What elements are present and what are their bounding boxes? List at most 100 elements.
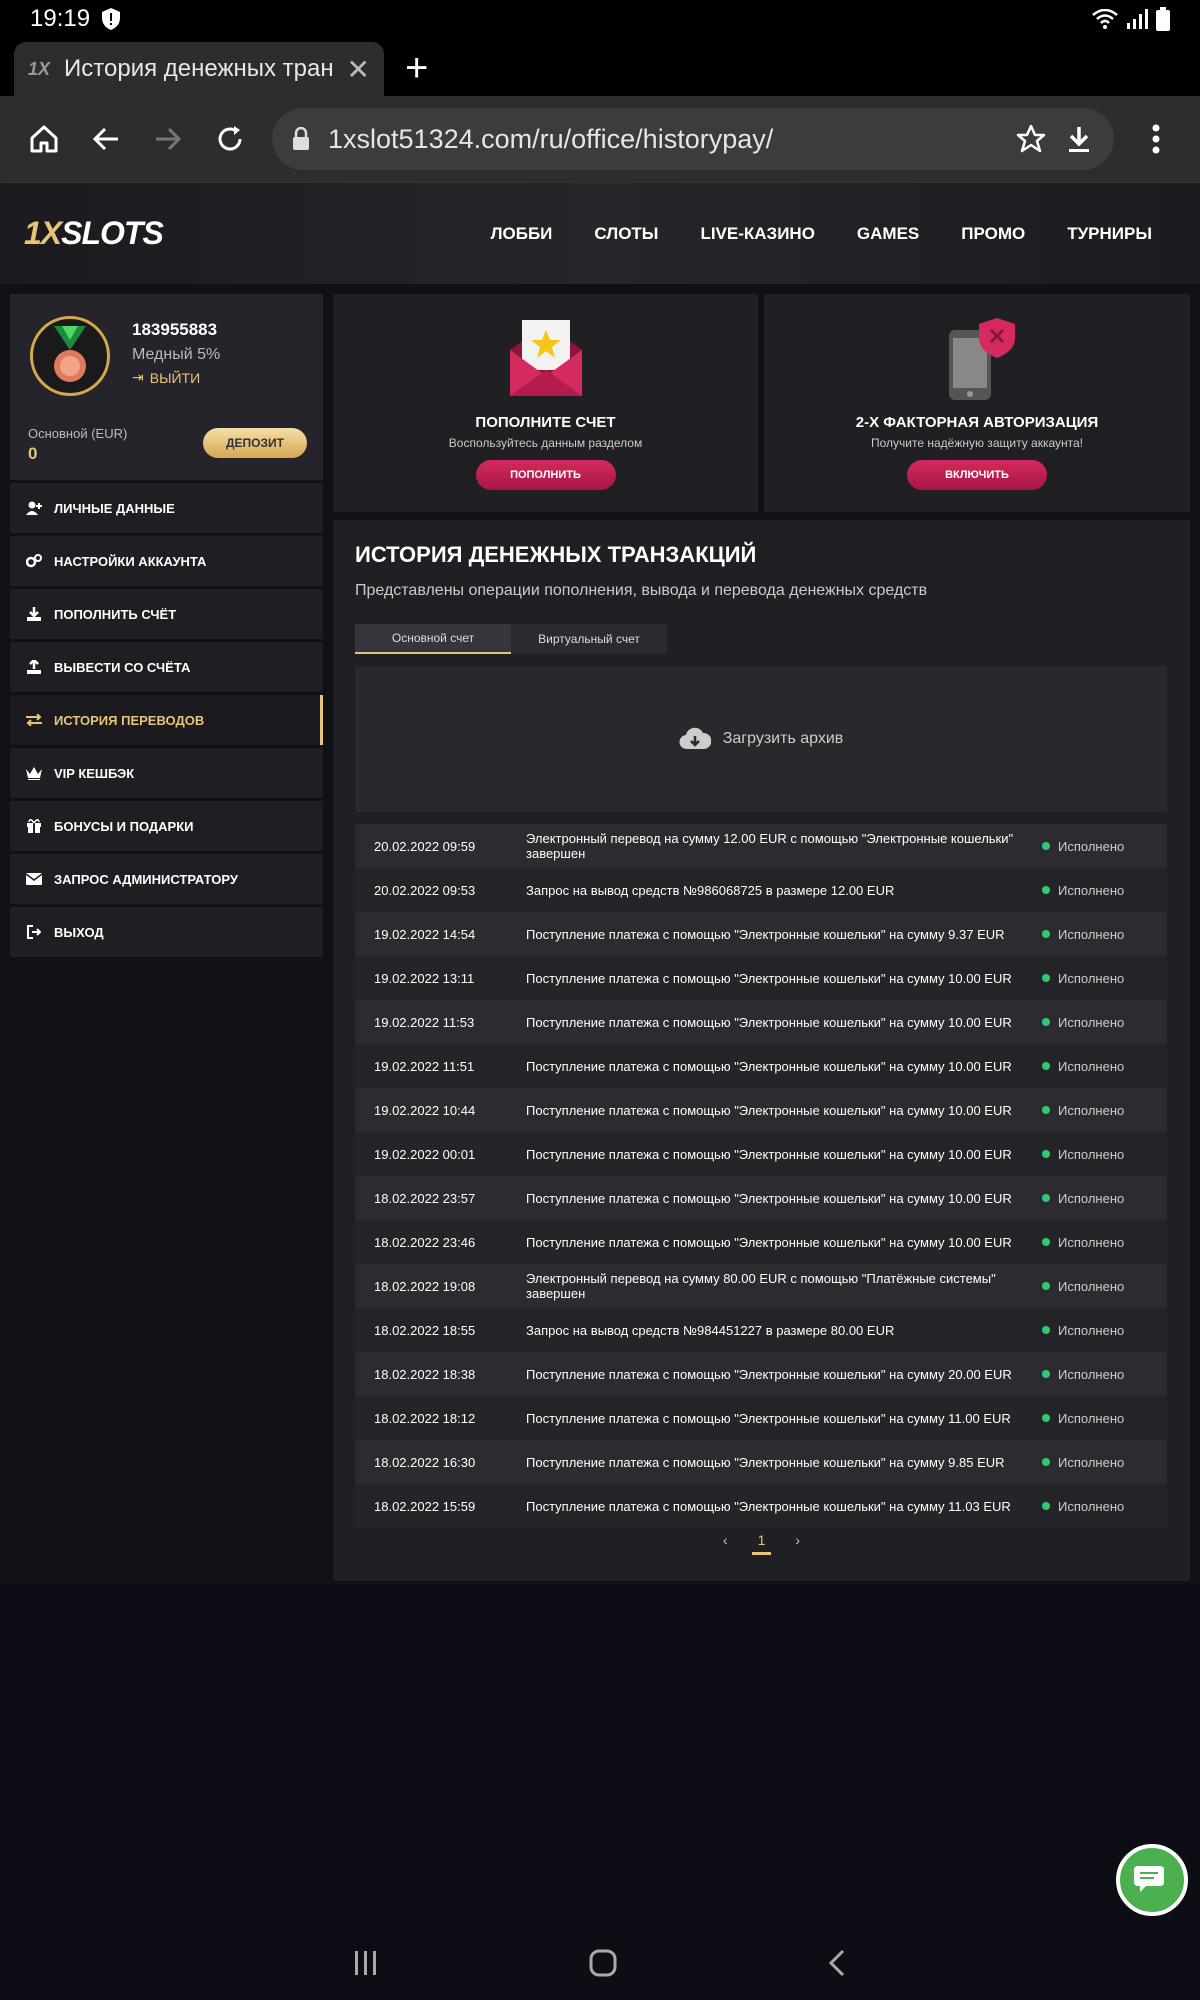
- browser-tab[interactable]: 1X История денежных тран... ✕: [14, 42, 384, 96]
- sidebar-item-bonuses[interactable]: БОНУСЫ И ПОДАРКИ: [10, 801, 323, 851]
- row-description: Поступление платежа с помощью "Электронн…: [526, 1234, 1012, 1250]
- row-date: 20.02.2022 09:53: [374, 882, 476, 898]
- lock-icon: [293, 127, 309, 150]
- sidebar-item-account-settings[interactable]: НАСТРОЙКИ АККАУНТА: [10, 536, 323, 586]
- nav-lobby[interactable]: ЛОББИ: [491, 224, 553, 244]
- enable-twofa-button[interactable]: ВКЛЮЧИТЬ: [907, 460, 1047, 490]
- main-nav: ЛОББИ СЛОТЫ LIVE-КАЗИНО GAMES ПРОМО ТУРН…: [491, 224, 1176, 244]
- wifi-icon: [1092, 9, 1118, 29]
- nav-live-casino[interactable]: LIVE-КАЗИНО: [700, 224, 814, 244]
- row-status-text: Исполнено: [1058, 1014, 1125, 1030]
- download-icon[interactable]: [1064, 124, 1094, 154]
- deposit-card-subtitle: Воспользуйтесь данным разделом: [448, 436, 643, 450]
- row-status: Исполнено: [1042, 1191, 1167, 1206]
- sidebar-item-exit[interactable]: ВЫХОД: [10, 907, 323, 957]
- shield-icon: [102, 8, 121, 30]
- status-dot-icon: [1042, 1062, 1050, 1070]
- row-status-text: Исполнено: [1058, 970, 1125, 986]
- home-icon[interactable]: [18, 113, 70, 165]
- tab-close-icon[interactable]: ✕: [347, 53, 370, 86]
- tab-main-account[interactable]: Основной счет: [355, 624, 511, 654]
- row-description: Поступление платежа с помощью "Электронн…: [526, 970, 1012, 986]
- row-status: Исполнено: [1042, 839, 1167, 854]
- clock: 19:19: [30, 5, 91, 32]
- site-header: 1XSLOTS ЛОББИ СЛОТЫ LIVE-КАЗИНО GAMES ПР…: [0, 182, 1200, 284]
- deposit-button[interactable]: ДЕПОЗИТ: [203, 428, 307, 458]
- twofa-promo-card: 2-Х ФАКТОРНАЯ АВТОРИЗАЦИЯ Получите надёж…: [764, 294, 1190, 512]
- row-status-text: Исполнено: [1058, 838, 1125, 854]
- row-date: 18.02.2022 18:55: [374, 1322, 476, 1338]
- table-row: 19.02.2022 11:51 Поступление платежа с по…: [355, 1044, 1167, 1088]
- tab-virtual-account[interactable]: Виртуальный счет: [511, 624, 667, 654]
- status-dot-icon: [1042, 1150, 1050, 1158]
- upload-icon: [26, 660, 42, 674]
- next-page-icon[interactable]: ›: [795, 1532, 800, 1555]
- deposit-promo-card: ПОПОЛНИТЕ СЧЕТ Воспользуйтесь данным раз…: [333, 294, 758, 512]
- row-description: Электронный перевод на сумму 12.00 EUR с…: [526, 831, 1014, 861]
- table-row: 19.02.2022 00:01 Поступление платежа с по…: [355, 1132, 1167, 1176]
- sidebar-item-deposit[interactable]: ПОПОЛНИТЬ СЧЁТ: [10, 589, 323, 639]
- sidebar-item-withdraw[interactable]: ВЫВЕСТИ СО СЧЁТА: [10, 642, 323, 692]
- browser-tab-strip: 1X История денежных тран... ✕ +: [0, 38, 1200, 96]
- balance-label: Основной (EUR): [28, 426, 128, 441]
- twofa-card-subtitle: Получите надёжную защиту аккаунта!: [870, 436, 1083, 450]
- sidebar-item-vip-cashback[interactable]: VIP КЕШБЭК: [10, 748, 323, 798]
- tab-title: История денежных тран...: [64, 55, 333, 82]
- chat-button[interactable]: [1116, 1844, 1188, 1916]
- user-plus-icon: [26, 501, 42, 515]
- row-status: Исполнено: [1042, 1279, 1167, 1294]
- row-date: 18.02.2022 23:57: [374, 1190, 476, 1206]
- sidebar-item-admin-request[interactable]: ЗАПРОС АДМИНИСТРАТОРУ: [10, 854, 323, 904]
- nav-slots[interactable]: СЛОТЫ: [594, 224, 658, 244]
- avatar: [30, 316, 110, 396]
- back-icon[interactable]: [80, 113, 132, 165]
- nav-promo[interactable]: ПРОМО: [961, 224, 1025, 244]
- row-status-text: Исполнено: [1058, 1058, 1125, 1074]
- sidebar-item-transfer-history[interactable]: ИСТОРИЯ ПЕРЕВОДОВ: [10, 695, 323, 745]
- row-status-text: Исполнено: [1058, 1278, 1125, 1294]
- main-content: 183955883 Медный 5% ⇥ ВЫЙТИ Основной (EU…: [0, 284, 1200, 1584]
- page-1[interactable]: 1: [751, 1532, 772, 1555]
- logout-link[interactable]: ⇥ ВЫЙТИ: [132, 369, 200, 386]
- status-dot-icon: [1042, 1326, 1050, 1334]
- recents-icon[interactable]: [353, 1950, 379, 1976]
- star-icon[interactable]: [1016, 124, 1046, 154]
- row-description: Поступление платежа с помощью "Электронн…: [526, 1454, 1005, 1470]
- sidebar-item-personal-data[interactable]: ЛИЧНЫЕ ДАННЫЕ: [10, 483, 323, 533]
- replenish-button[interactable]: ПОПОЛНИТЬ: [475, 460, 616, 490]
- row-date: 19.02.2022 00:01: [374, 1146, 476, 1162]
- address-bar[interactable]: 1xslot51324.com/ru/office/historypay/: [272, 108, 1114, 170]
- favicon-icon: 1X: [28, 58, 51, 79]
- status-dot-icon: [1042, 1018, 1050, 1026]
- account-tabs: Основной счет Виртуальный счет: [355, 624, 667, 654]
- table-row: 18.02.2022 23:46 Поступление платежа с по…: [355, 1220, 1167, 1264]
- prev-page-icon[interactable]: ‹: [723, 1532, 728, 1555]
- nav-tournaments[interactable]: ТУРНИРЫ: [1067, 224, 1152, 244]
- site-logo[interactable]: 1XSLOTS: [24, 215, 164, 252]
- transfer-icon: [26, 714, 42, 726]
- new-tab-icon[interactable]: +: [405, 46, 428, 91]
- nav-games[interactable]: GAMES: [857, 224, 919, 244]
- status-dot-icon: [1042, 974, 1050, 982]
- row-description: Поступление платежа с помощью "Электронн…: [526, 1366, 1012, 1382]
- download-archive-button[interactable]: Загрузить архив: [355, 666, 1167, 812]
- row-status: Исполнено: [1042, 1367, 1167, 1382]
- balance-value: 0: [28, 444, 38, 463]
- download-icon: [26, 607, 42, 621]
- home-nav-icon[interactable]: [589, 1949, 617, 1977]
- row-date: 18.02.2022 18:12: [374, 1410, 476, 1426]
- row-status: Исполнено: [1042, 883, 1167, 898]
- menu-dots-icon[interactable]: [1130, 113, 1182, 165]
- back-nav-icon[interactable]: [827, 1949, 847, 1977]
- row-description: Электронный перевод на сумму 80.00 EUR с…: [526, 1271, 996, 1301]
- row-status-text: Исполнено: [1058, 1498, 1125, 1514]
- status-dot-icon: [1042, 842, 1050, 850]
- table-row: 20.02.2022 09:53 Запрос на вывод средств …: [355, 868, 1167, 912]
- deposit-card-title: ПОПОЛНИТЕ СЧЕТ: [475, 414, 616, 431]
- row-description: Поступление платежа с помощью "Электронн…: [526, 1190, 1012, 1206]
- row-status: Исполнено: [1042, 1499, 1167, 1514]
- reload-icon[interactable]: [204, 113, 256, 165]
- row-description: Запрос на вывод средств №984451227 в раз…: [526, 1322, 895, 1338]
- row-description: Запрос на вывод средств №986068725 в раз…: [526, 882, 895, 898]
- forward-icon[interactable]: [142, 113, 194, 165]
